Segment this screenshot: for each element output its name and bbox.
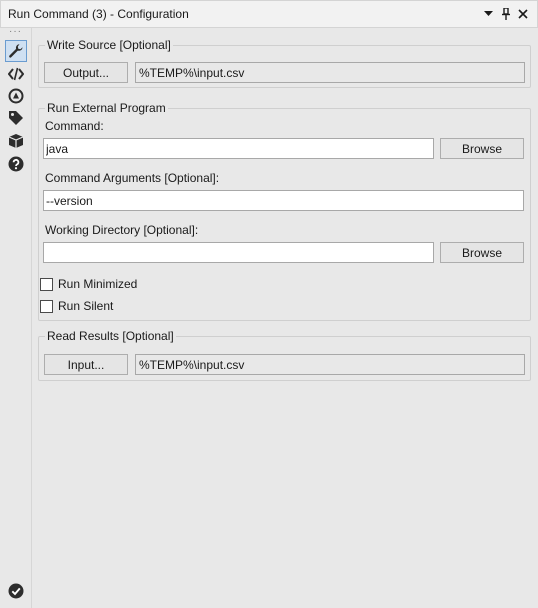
run-silent-label: Run Silent xyxy=(58,299,114,313)
read-results-group: Read Results [Optional] Input... %TEMP%\… xyxy=(38,329,531,381)
working-directory-browse-button[interactable]: Browse xyxy=(440,242,524,263)
window-title: Run Command (3) - Configuration xyxy=(8,7,189,21)
command-label: Command: xyxy=(45,119,104,133)
code-icon[interactable] xyxy=(6,64,26,84)
tag-icon[interactable] xyxy=(6,108,26,128)
output-button[interactable]: Output... xyxy=(44,62,128,83)
run-minimized-option[interactable]: Run Minimized xyxy=(40,277,137,291)
command-browse-button[interactable]: Browse xyxy=(440,138,524,159)
close-icon[interactable] xyxy=(516,8,529,21)
run-silent-option[interactable]: Run Silent xyxy=(40,299,113,313)
command-input[interactable] xyxy=(43,138,434,159)
pin-icon[interactable] xyxy=(499,8,512,21)
check-icon[interactable] xyxy=(6,581,26,601)
working-directory-input[interactable] xyxy=(43,242,434,263)
title-bar: Run Command (3) - Configuration xyxy=(0,0,538,28)
write-source-group: Write Source [Optional] Output... %TEMP%… xyxy=(38,38,531,88)
input-button[interactable]: Input... xyxy=(44,354,128,375)
write-source-path: %TEMP%\input.csv xyxy=(135,62,525,83)
external-program-group: Run External Program Command: Browse Com… xyxy=(38,101,531,321)
command-args-input[interactable] xyxy=(43,190,524,211)
write-source-legend: Write Source [Optional] xyxy=(45,38,173,52)
connection-icon[interactable] xyxy=(6,86,26,106)
read-results-path: %TEMP%\input.csv xyxy=(135,354,525,375)
wrench-icon[interactable] xyxy=(5,40,27,62)
run-silent-checkbox[interactable] xyxy=(40,299,53,313)
help-icon[interactable] xyxy=(6,154,26,174)
configuration-panel: Write Source [Optional] Output... %TEMP%… xyxy=(33,28,538,608)
external-program-legend: Run External Program xyxy=(45,101,168,115)
run-minimized-checkbox[interactable] xyxy=(40,277,53,291)
sidebar: ··· xyxy=(0,26,32,608)
window-controls xyxy=(482,8,529,21)
command-args-label: Command Arguments [Optional]: xyxy=(45,171,220,185)
dropdown-icon[interactable] xyxy=(482,8,495,21)
working-directory-label: Working Directory [Optional]: xyxy=(45,223,199,237)
read-results-legend: Read Results [Optional] xyxy=(45,329,176,343)
run-minimized-label: Run Minimized xyxy=(58,277,138,291)
overflow-dots-icon: ··· xyxy=(9,26,22,37)
box-icon[interactable] xyxy=(6,131,26,151)
